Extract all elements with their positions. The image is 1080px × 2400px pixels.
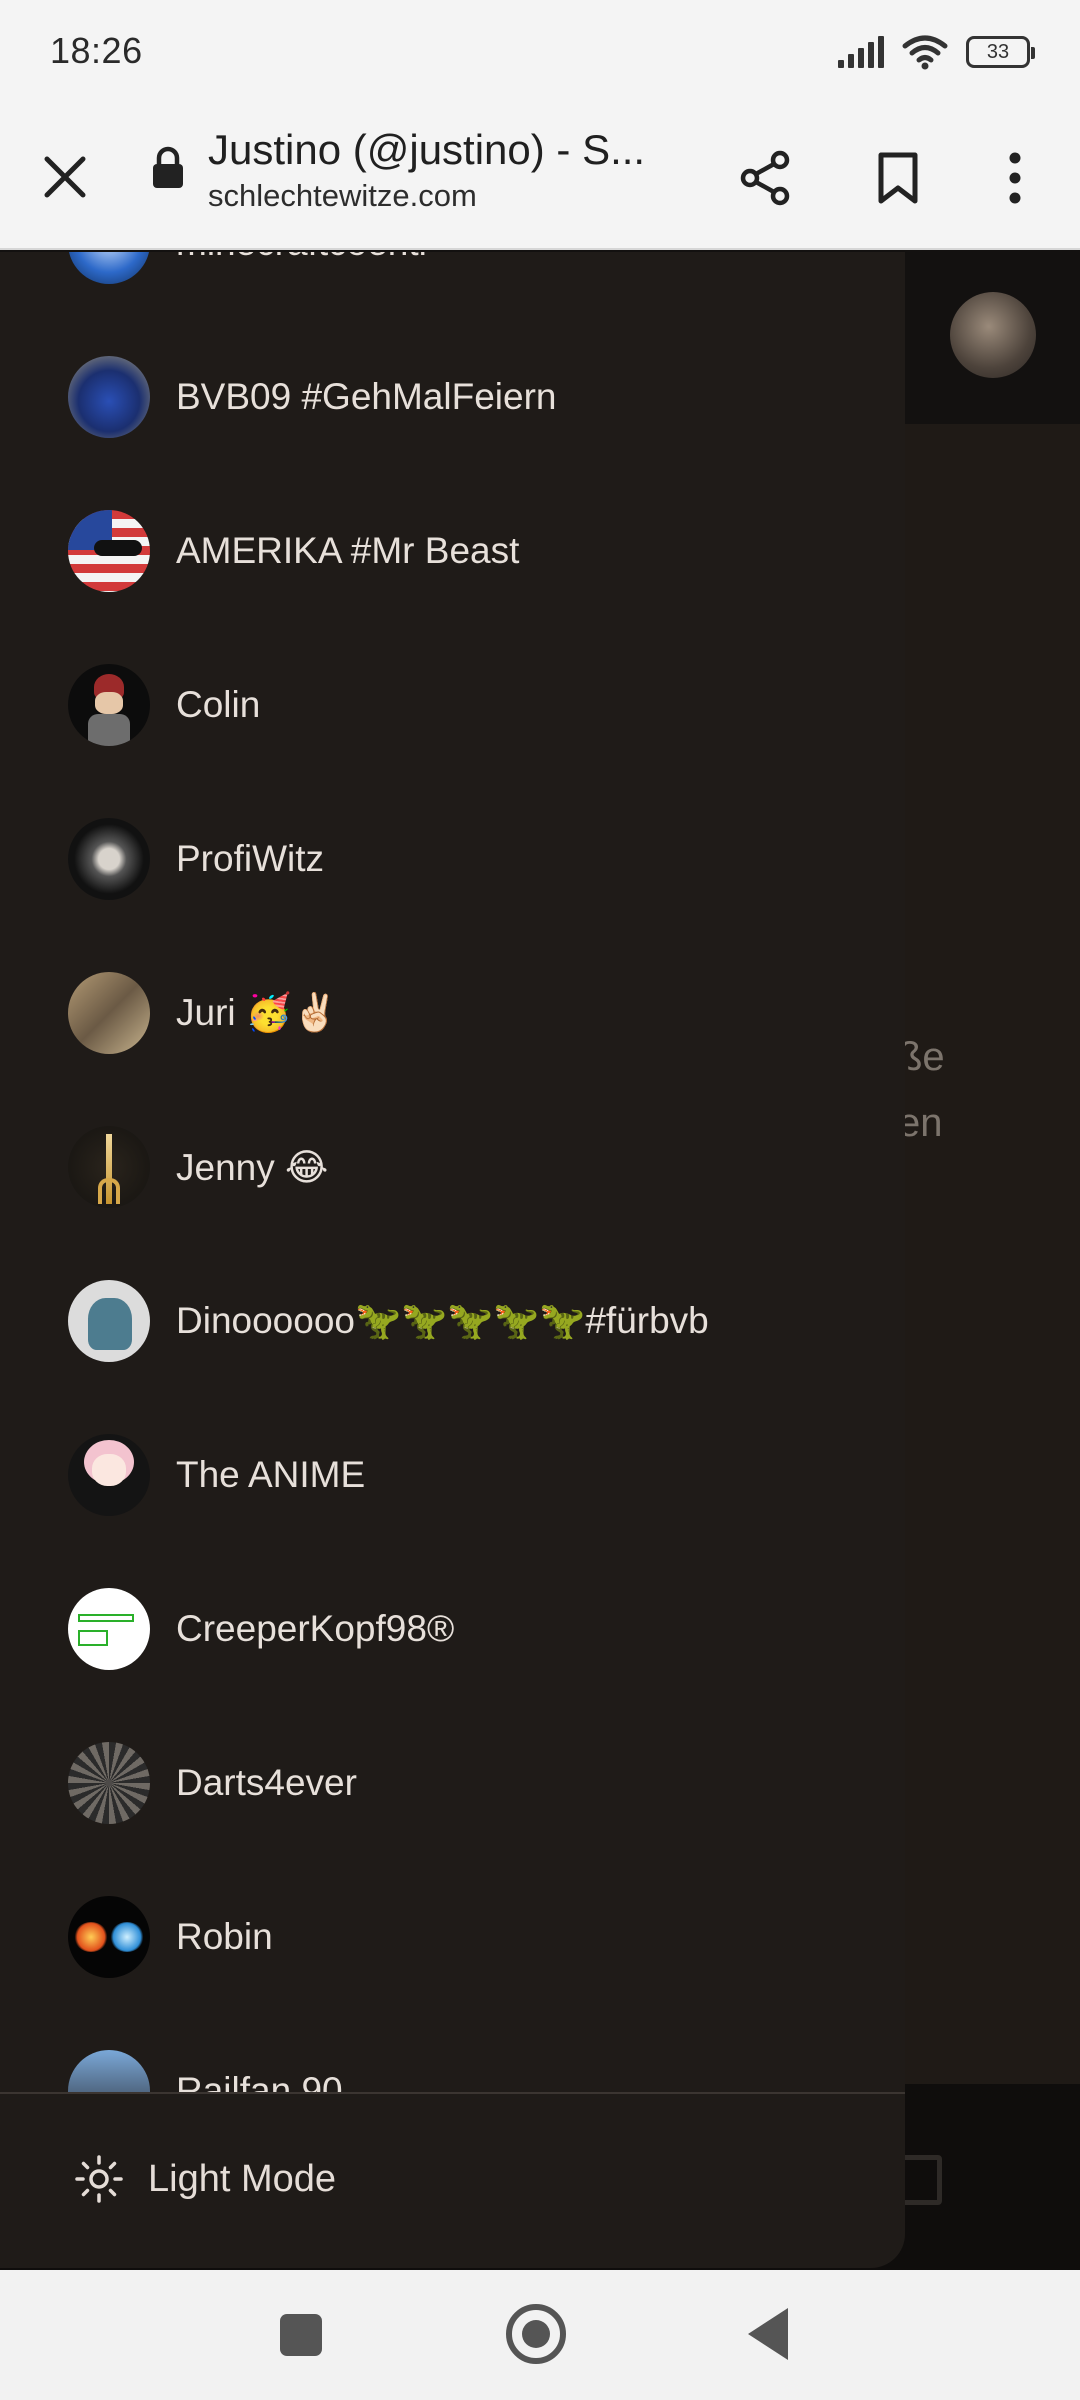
user-avatar [68, 1434, 150, 1516]
more-vertical-icon [1009, 152, 1021, 204]
user-list: minecraftcoenti BVB09 #GehMalFeiern AMER… [0, 252, 905, 2092]
user-avatar [68, 1126, 150, 1208]
user-list-item[interactable]: AMERIKA #Mr Beast [0, 474, 905, 628]
page-url: schlechtewitze.com [208, 178, 477, 213]
user-avatar [68, 510, 150, 592]
user-list-item[interactable]: Juri 🥳✌🏻 [0, 936, 905, 1090]
share-button[interactable] [728, 140, 804, 216]
status-icons: 33 [838, 34, 1035, 70]
user-name: Railfan 90 [176, 2070, 343, 2092]
user-avatar [68, 1742, 150, 1824]
user-list-item[interactable]: CreeperKopf98® [0, 1552, 905, 1706]
back-button[interactable] [748, 2308, 788, 2360]
user-avatar [68, 2050, 150, 2092]
lock-icon [153, 146, 183, 188]
sun-icon [75, 2155, 123, 2203]
user-list-item[interactable]: Railfan 90 [0, 2014, 905, 2092]
user-name: Colin [176, 684, 261, 725]
user-list-item[interactable]: The ANIME [0, 1398, 905, 1552]
user-avatar [68, 972, 150, 1054]
wifi-icon [902, 35, 948, 70]
user-list-item[interactable]: Jenny 😂 [0, 1090, 905, 1244]
user-list-item[interactable]: Darts4ever [0, 1706, 905, 1860]
browser-toolbar: Justino (@justino) - S... schlechtewitze… [0, 104, 1080, 250]
system-nav-bar [0, 2270, 1080, 2400]
close-icon [44, 156, 86, 198]
close-button[interactable] [30, 142, 100, 212]
drawer-footer: Light Mode [0, 2092, 905, 2268]
bookmark-icon [878, 152, 918, 204]
user-name: Juri 🥳✌🏻 [176, 991, 339, 1033]
recents-button[interactable] [280, 2314, 322, 2356]
overflow-menu-button[interactable] [980, 140, 1050, 216]
user-name: CreeperKopf98® [176, 1608, 455, 1649]
page-title: Justino (@justino) - S... [208, 126, 646, 173]
user-list-item[interactable]: Colin [0, 628, 905, 782]
user-name: Jenny 😂 [176, 1146, 329, 1188]
user-avatar [68, 1280, 150, 1362]
bookmark-button[interactable] [860, 140, 936, 216]
status-bar: 18:26 33 [0, 0, 1080, 104]
home-button[interactable] [506, 2304, 566, 2364]
light-mode-label: Light Mode [148, 2157, 337, 2200]
user-list-item[interactable]: BVB09 #GehMalFeiern [0, 320, 905, 474]
title-block[interactable]: Justino (@justino) - S... schlechtewitze… [208, 126, 688, 214]
signal-icon [838, 36, 884, 68]
battery-level: 33 [986, 40, 1010, 63]
share-icon [740, 150, 790, 206]
user-name: Darts4ever [176, 1762, 357, 1803]
side-drawer: minecraftcoenti BVB09 #GehMalFeiern AMER… [0, 252, 905, 2268]
user-name: Dinoooooo🦖🦖🦖🦖🦖#fürbvb [176, 1299, 709, 1341]
user-list-item[interactable]: Robin [0, 1860, 905, 2014]
user-avatar [68, 1588, 150, 1670]
user-name: Robin [176, 1916, 273, 1957]
profile-avatar[interactable] [950, 292, 1036, 378]
battery-icon: 33 [966, 36, 1035, 68]
user-avatar [68, 818, 150, 900]
user-avatar [68, 252, 150, 284]
user-name: AMERIKA #Mr Beast [176, 530, 520, 571]
background-text-line: ße [898, 1035, 945, 1079]
user-avatar [68, 356, 150, 438]
user-list-item[interactable]: ProfiWitz [0, 782, 905, 936]
user-name: The ANIME [176, 1454, 366, 1495]
user-name: minecraftcoenti [176, 252, 427, 264]
user-avatar [68, 664, 150, 746]
light-mode-toggle[interactable]: Light Mode [74, 2144, 336, 2214]
user-list-item[interactable]: minecraftcoenti [0, 252, 905, 320]
status-time: 18:26 [50, 30, 143, 71]
user-avatar [68, 1896, 150, 1978]
user-name: BVB09 #GehMalFeiern [176, 376, 557, 417]
user-name: ProfiWitz [176, 838, 324, 879]
user-list-item[interactable]: Dinoooooo🦖🦖🦖🦖🦖#fürbvb [0, 1244, 905, 1398]
